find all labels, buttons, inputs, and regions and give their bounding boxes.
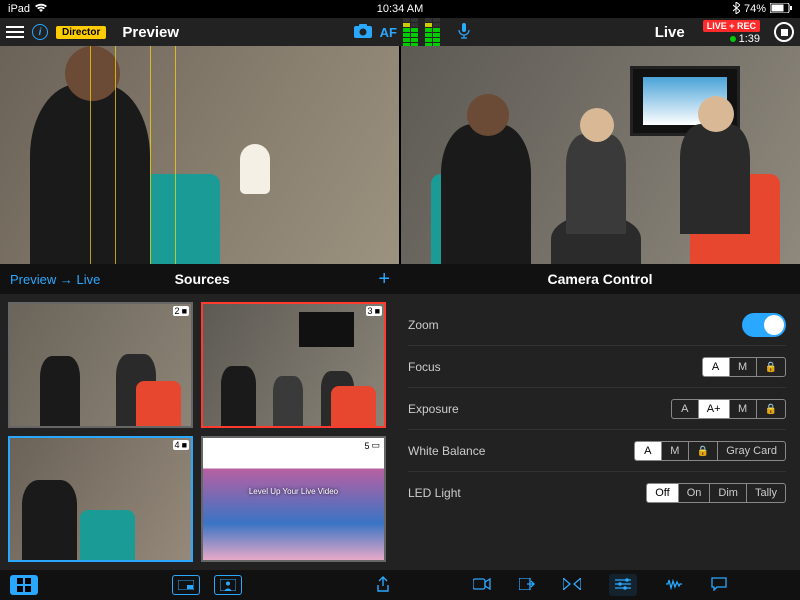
rec-timer: 1:39 xyxy=(730,33,760,45)
sliders-tool-icon[interactable] xyxy=(609,574,637,596)
wb-auto[interactable]: A xyxy=(634,441,662,461)
preview-to-live-button[interactable]: Preview → Live xyxy=(10,272,100,287)
thumb-banner: Level Up Your Live Video xyxy=(221,487,366,496)
exp-autoplus[interactable]: A+ xyxy=(698,399,730,419)
focus-lock[interactable] xyxy=(756,357,786,377)
autofocus-button[interactable]: AF xyxy=(380,25,397,40)
live-monitor[interactable] xyxy=(401,46,800,264)
camera-control-panel: Zoom Focus A M Exposure A A+ M White Bal… xyxy=(394,294,800,570)
share-icon[interactable] xyxy=(376,576,390,595)
wb-lock[interactable] xyxy=(688,441,718,461)
director-badge[interactable]: Director xyxy=(56,26,106,39)
source-id-badge: 2 ■ xyxy=(173,306,189,316)
vu-meter xyxy=(403,18,440,47)
monitor-row xyxy=(0,46,800,264)
exposure-segments: A A+ M xyxy=(671,399,786,419)
stop-button[interactable] xyxy=(774,22,794,42)
liverec-badge: LIVE + REC xyxy=(703,20,760,32)
source-thumb[interactable]: Level Up Your Live Video 5 ▭ xyxy=(201,436,386,562)
add-source-button[interactable]: + xyxy=(378,268,390,291)
videocam-icon: ■ xyxy=(375,306,380,316)
led-off[interactable]: Off xyxy=(646,483,678,503)
cc-row-zoom: Zoom xyxy=(408,304,786,346)
cc-row-led: LED Light Off On Dim Tally xyxy=(408,472,786,514)
cc-row-exposure: Exposure A A+ M xyxy=(408,388,786,430)
cc-row-focus: Focus A M xyxy=(408,346,786,388)
device-label: iPad xyxy=(8,3,30,15)
transition-tool-icon[interactable] xyxy=(563,577,581,593)
battery-label: 74% xyxy=(744,3,766,15)
wb-segments: A M Gray Card xyxy=(634,441,786,461)
camera-control-heading: Camera Control xyxy=(547,271,652,287)
clock: 10:34 AM xyxy=(377,3,423,15)
source-thumb[interactable]: 4 ■ xyxy=(8,436,193,562)
zoom-toggle[interactable] xyxy=(742,313,786,337)
preview-monitor[interactable] xyxy=(0,46,399,264)
led-on[interactable]: On xyxy=(678,483,711,503)
cc-label: Exposure xyxy=(408,402,671,416)
cc-label: Zoom xyxy=(408,318,742,332)
led-segments: Off On Dim Tally xyxy=(646,483,786,503)
battery-icon xyxy=(770,3,792,16)
focus-segments: A M xyxy=(702,357,786,377)
wb-manual[interactable]: M xyxy=(661,441,689,461)
source-id-badge: 5 ▭ xyxy=(362,440,382,451)
app-topbar: i Director Preview AF Live LIVE + REC 1:… xyxy=(0,18,800,46)
source-id-badge: 3 ■ xyxy=(366,306,382,316)
source-id-badge: 4 ■ xyxy=(173,440,189,450)
pip-layout-button[interactable] xyxy=(172,575,200,595)
chat-tool-icon[interactable] xyxy=(711,577,727,594)
focus-auto[interactable]: A xyxy=(702,357,730,377)
source-thumb[interactable]: 2 ■ xyxy=(8,302,193,428)
desktop-icon: ▭ xyxy=(371,440,380,451)
live-label: Live xyxy=(655,24,685,41)
info-icon[interactable]: i xyxy=(32,24,48,40)
wifi-icon xyxy=(34,3,48,16)
bluetooth-icon xyxy=(732,2,740,17)
cc-label: LED Light xyxy=(408,486,646,500)
mic-icon[interactable] xyxy=(458,23,470,42)
preview-label: Preview xyxy=(122,24,179,41)
videocam-icon: ■ xyxy=(182,306,187,316)
sources-grid: 2 ■ 3 ■ 4 ■ Level Up Your Live Video 5 ▭ xyxy=(0,294,394,570)
exp-lock[interactable] xyxy=(756,399,786,419)
wb-graycard[interactable]: Gray Card xyxy=(717,441,786,461)
sources-heading: Sources xyxy=(175,271,230,287)
rec-dot-icon xyxy=(730,36,736,42)
led-tally[interactable]: Tally xyxy=(746,483,786,503)
source-thumb[interactable]: 3 ■ xyxy=(201,302,386,428)
person-overlay-button[interactable] xyxy=(214,575,242,595)
audio-wave-tool-icon[interactable] xyxy=(665,577,683,593)
exp-auto[interactable]: A xyxy=(671,399,699,419)
ios-statusbar: iPad 10:34 AM 74% xyxy=(0,0,800,18)
workspace: 2 ■ 3 ■ 4 ■ Level Up Your Live Video 5 ▭… xyxy=(0,294,800,570)
cc-label: Focus xyxy=(408,360,702,374)
bottom-toolbar xyxy=(0,570,800,600)
led-dim[interactable]: Dim xyxy=(709,483,747,503)
videocam-tool-icon[interactable] xyxy=(473,577,491,593)
videocam-icon: ■ xyxy=(182,440,187,450)
camera-icon[interactable] xyxy=(354,24,372,41)
cc-row-whitebalance: White Balance A M Gray Card xyxy=(408,430,786,472)
exp-manual[interactable]: M xyxy=(729,399,757,419)
focus-manual[interactable]: M xyxy=(729,357,757,377)
output-tool-icon[interactable] xyxy=(519,577,535,593)
section-header-bar: Preview → Live Sources + Camera Control xyxy=(0,264,800,294)
grid-view-button[interactable] xyxy=(10,575,38,595)
menu-icon[interactable] xyxy=(6,26,24,38)
cc-label: White Balance xyxy=(408,444,634,458)
